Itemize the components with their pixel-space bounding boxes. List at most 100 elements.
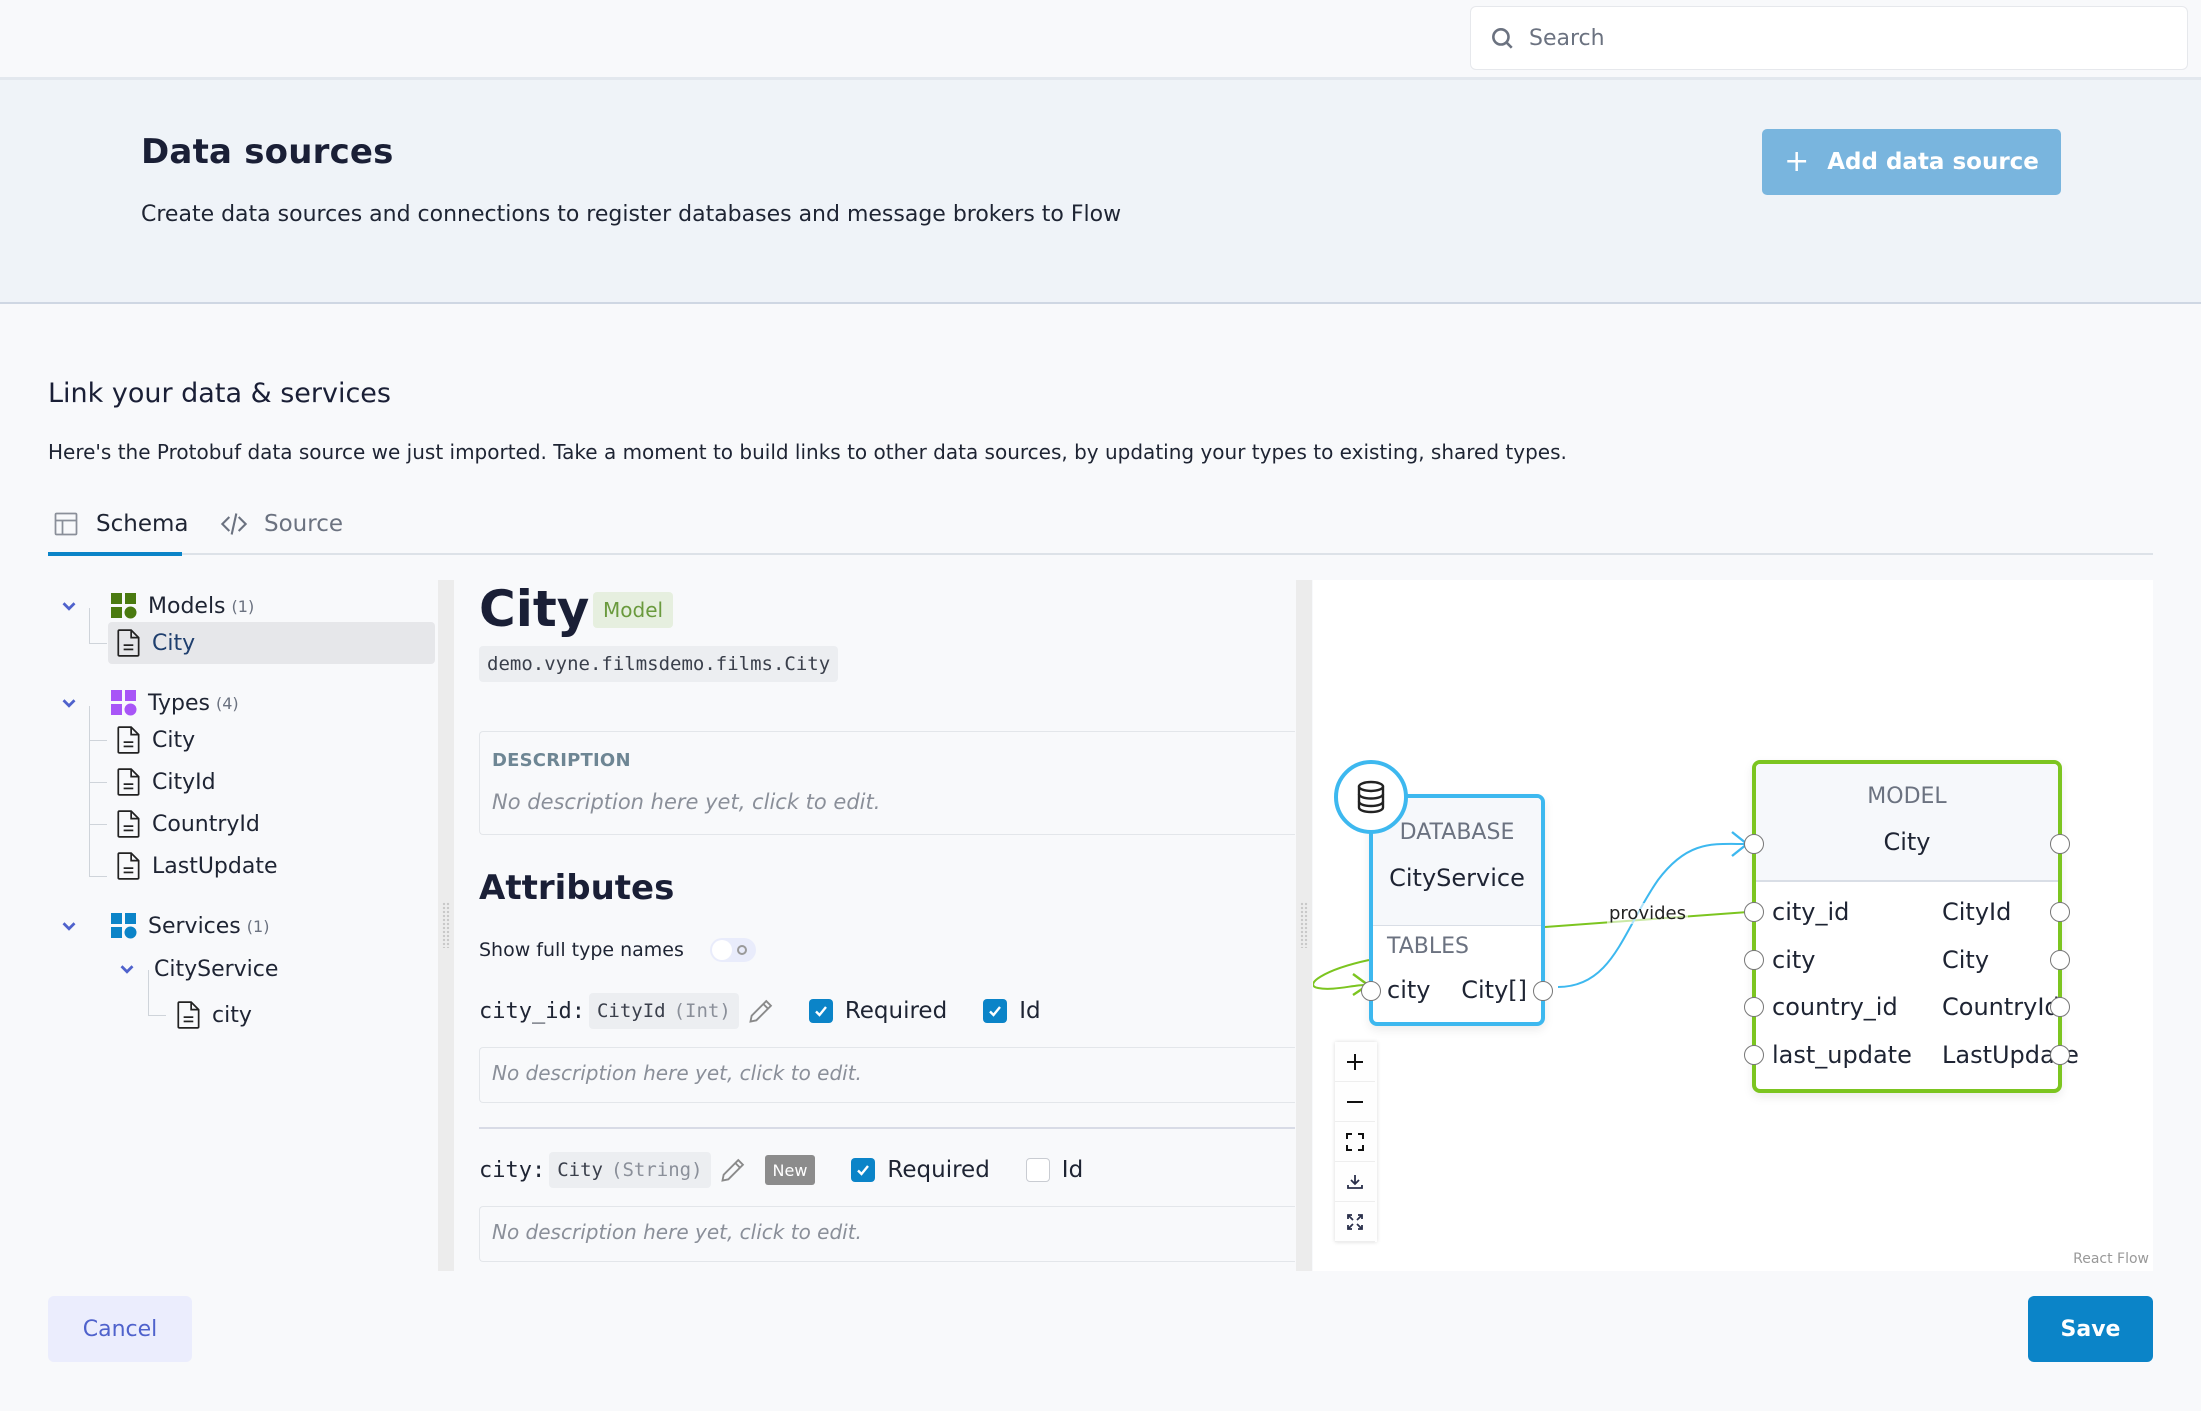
tree-item-operation[interactable]: city [176,995,252,1035]
show-full-type-names-label: Show full type names [479,939,684,961]
tree-line [89,643,107,644]
file-icon [117,768,140,796]
tree-group-label: Models [148,593,226,619]
edit-pencil-icon[interactable] [719,1156,747,1184]
type-description-box[interactable]: DESCRIPTION No description here yet, cli… [479,731,1295,835]
save-button[interactable]: Save [2028,1296,2153,1362]
database-icon [1357,780,1385,814]
page-header: Data sources Create data sources and con… [0,80,2201,304]
chevron-down-icon[interactable] [58,595,80,617]
tree-group-count: (4) [216,693,239,713]
schema-diagram[interactable]: DATABASE CityService TABLES city City[] … [1313,580,2153,1271]
port-out[interactable] [2050,834,2070,854]
tree-group-types[interactable]: Types (4) [48,683,239,723]
active-tab-indicator [48,552,182,556]
add-data-source-button[interactable]: + Add data source [1762,129,2061,195]
fit-view-button[interactable] [1335,1122,1375,1162]
model-node[interactable]: MODEL City city_id CityId city City coun… [1744,760,2079,1093]
table-icon [54,512,78,536]
file-icon [117,852,140,880]
port-out[interactable] [2050,1045,2070,1065]
cancel-button[interactable]: Cancel [48,1296,192,1362]
port-in[interactable] [1744,997,1764,1017]
attribute-name: city: [479,1157,546,1183]
port-in[interactable] [1744,950,1764,970]
new-badge: New [764,1155,816,1185]
tab-source[interactable]: Source [220,495,343,553]
port-out[interactable] [1533,981,1553,1001]
panel-splitter-left[interactable] [438,580,454,1271]
tree-item-type[interactable]: City [116,720,195,760]
tree-line [89,782,107,783]
tree-item-model-city[interactable]: City [116,623,195,663]
tree-line [89,740,107,741]
attribute-description-box[interactable]: No description here yet, click to edit. [479,1047,1295,1103]
drag-handle-icon [1300,902,1308,948]
tree-item-label: City [152,630,196,656]
tree-item-service[interactable]: CityService [116,949,278,989]
attribute-description-box[interactable]: No description here yet, click to edit. [479,1206,1295,1262]
show-full-type-names-row: Show full type names [479,938,756,962]
required-checkbox[interactable]: Required [851,1157,990,1183]
tab-bar: Schema Source [48,495,2153,556]
database-node[interactable]: DATABASE CityService TABLES city City[] [1361,794,1553,1026]
chevron-down-icon[interactable] [116,958,138,980]
chevron-down-icon[interactable] [58,692,80,714]
search-input[interactable] [1529,25,2129,51]
tree-group-models[interactable]: Models (1) [48,586,254,626]
table-row-right: City[] [1461,976,1527,1004]
attribute-name: city_id: [479,998,585,1024]
types-category-icon [111,690,137,716]
model-field-name: city_id [1772,898,1850,926]
tree-item-type[interactable]: LastUpdate [116,846,278,886]
id-label: Id [1061,1157,1084,1183]
attribute-primitive: (Int) [673,1000,731,1022]
port-out[interactable] [2050,997,2070,1017]
download-button[interactable] [1335,1162,1375,1202]
port-out[interactable] [2050,902,2070,922]
fit-view-icon [1346,1132,1364,1151]
tree-item-type[interactable]: CityId [116,762,216,802]
tree-item-label: CityId [152,769,216,795]
fullscreen-button[interactable] [1335,1202,1375,1242]
node-name: City [1883,828,1931,856]
table-row-left: city [1387,976,1431,1004]
edit-pencil-icon[interactable] [747,997,775,1025]
search-box[interactable] [1470,6,2188,70]
tree-item-label: City [152,727,196,753]
port-in[interactable] [1361,981,1381,1001]
tab-schema[interactable]: Schema [52,495,188,553]
zoom-out-button[interactable] [1335,1082,1375,1122]
port-in[interactable] [1744,834,1764,854]
id-checkbox[interactable]: Id [983,998,1041,1024]
page-title: Data sources [141,132,394,172]
required-label: Required [844,998,948,1024]
toggle-knob [711,940,732,960]
zoom-in-button[interactable] [1335,1042,1375,1082]
tree-group-services[interactable]: Services (1) [48,906,269,946]
tree-group-label: Types [148,690,210,716]
show-full-type-names-toggle[interactable] [709,938,756,962]
node-caption: DATABASE [1399,820,1515,845]
description-placeholder: No description here yet, click to edit. [492,1061,862,1085]
node-name: CityService [1389,864,1525,892]
models-category-icon [111,593,137,619]
file-icon [117,810,140,838]
react-flow-attribution[interactable]: React Flow [2073,1251,2149,1267]
port-in[interactable] [1744,1045,1764,1065]
file-icon [117,726,140,754]
port-in[interactable] [1744,902,1764,922]
panel-splitter-right[interactable] [1296,580,1312,1271]
checkbox-checked-icon [851,1158,876,1182]
chevron-down-icon[interactable] [58,915,80,937]
description-placeholder: No description here yet, click to edit. [492,1220,862,1244]
attribute-type-name: City [557,1159,603,1181]
attribute-type[interactable]: CityId (Int) [588,993,739,1029]
tree-item-type[interactable]: CountryId [116,804,260,844]
port-out[interactable] [2050,950,2070,970]
id-checkbox[interactable]: Id [1025,1157,1084,1183]
description-placeholder: No description here yet, click to edit. [492,790,881,814]
id-label: Id [1019,998,1041,1024]
required-checkbox[interactable]: Required [808,998,948,1024]
attribute-type[interactable]: City (String) [549,1152,711,1188]
